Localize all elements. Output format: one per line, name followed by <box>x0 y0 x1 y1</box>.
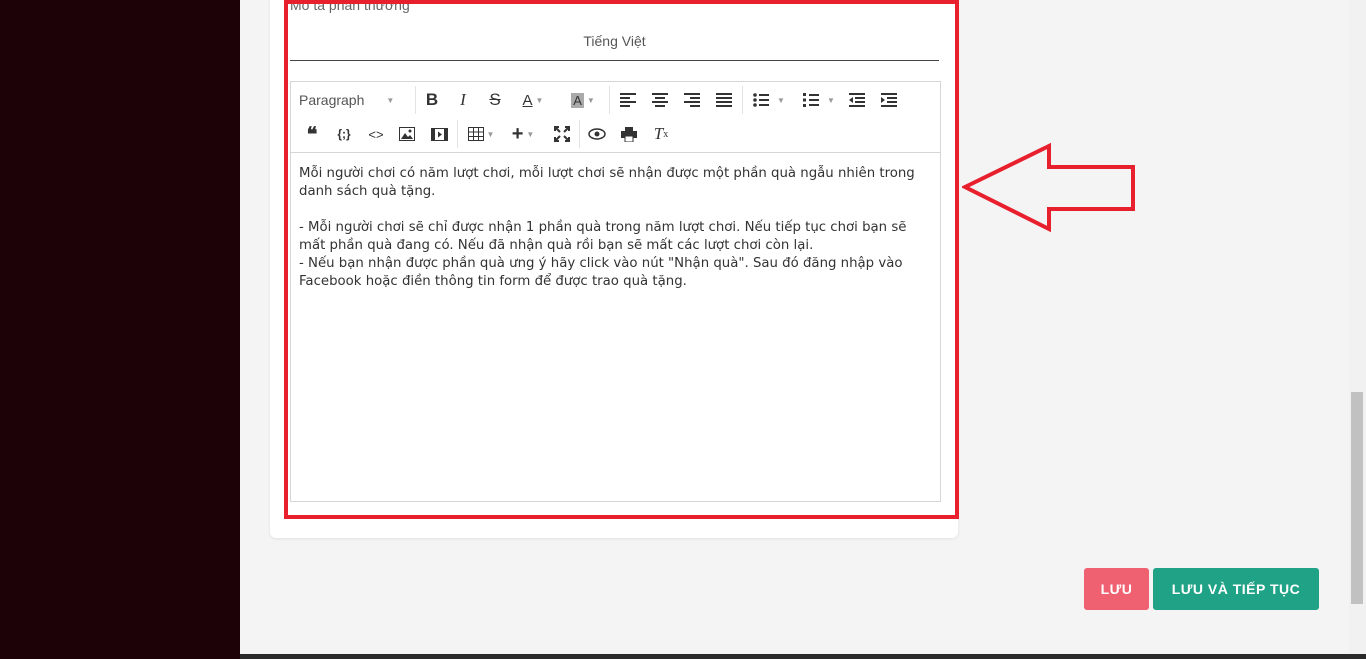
left-sidebar <box>0 0 240 659</box>
pointer-arrow-icon <box>962 143 1135 233</box>
scrollbar-thumb[interactable] <box>1351 392 1363 604</box>
page-scrollbar[interactable] <box>1349 0 1366 659</box>
bottom-edge <box>240 654 1366 659</box>
highlight-box <box>284 0 959 519</box>
save-button[interactable]: LƯU <box>1084 568 1149 610</box>
save-and-continue-button[interactable]: LƯU VÀ TIẾP TỤC <box>1153 568 1319 610</box>
